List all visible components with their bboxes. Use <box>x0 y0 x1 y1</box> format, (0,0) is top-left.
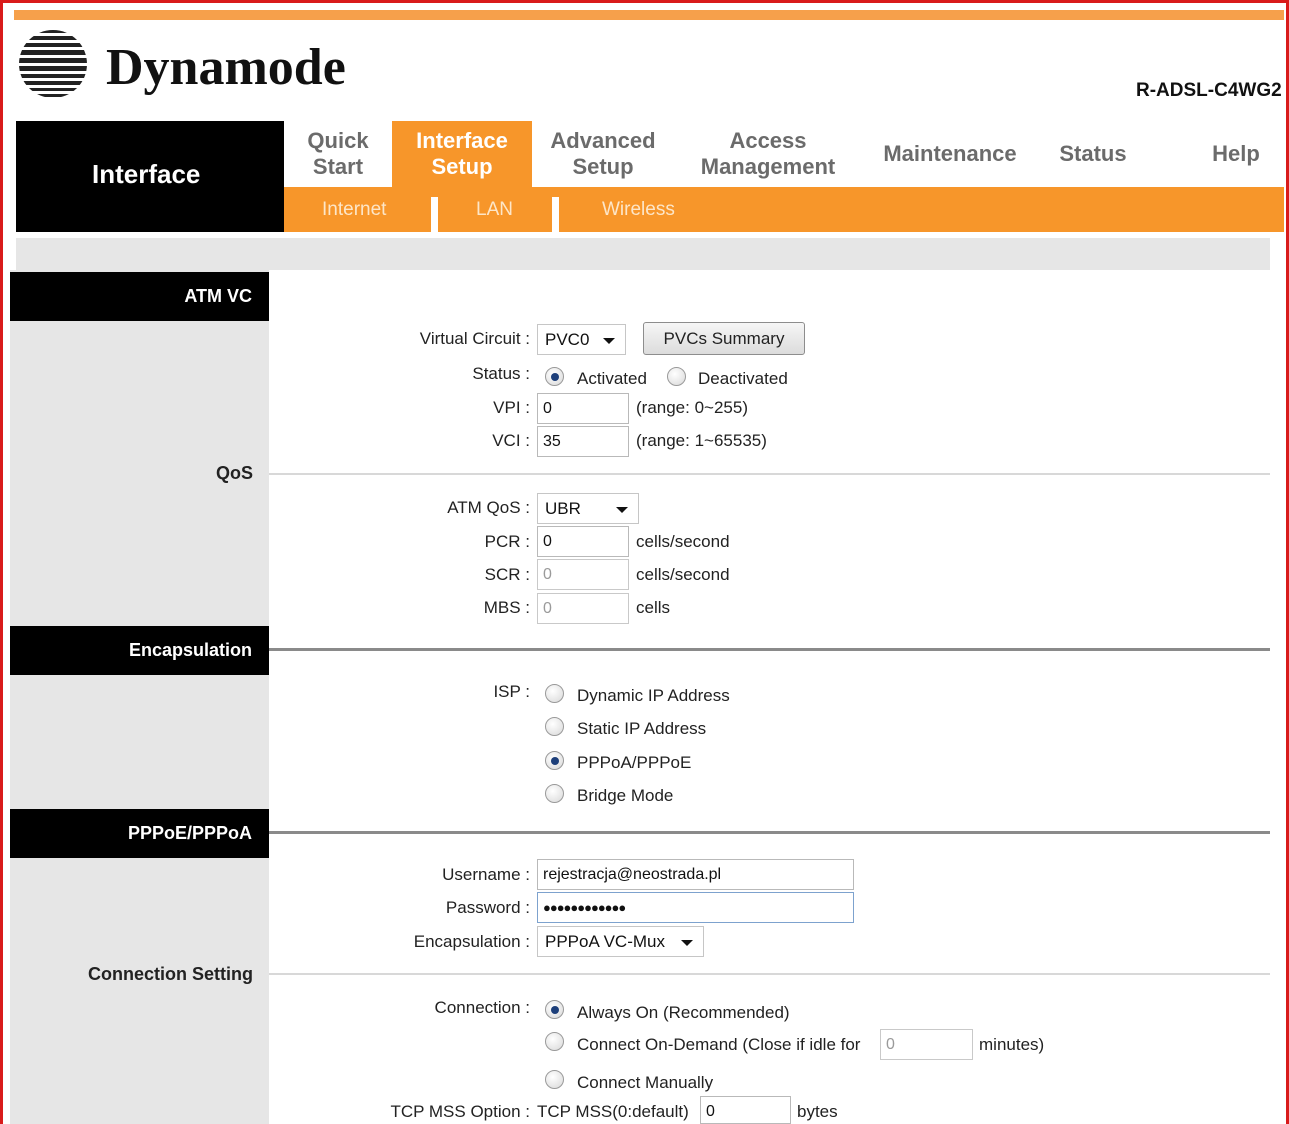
isp-bridge-mode-radio[interactable] <box>545 784 564 803</box>
vpi-label: VPI : <box>493 398 530 417</box>
pcr-input[interactable]: 0 <box>537 526 629 557</box>
connection-always-on-label: Always On (Recommended) <box>577 1003 790 1022</box>
brand-name: Dynamode <box>106 39 346 96</box>
nav-section-label: Interface <box>92 159 201 189</box>
divider <box>269 648 1270 651</box>
connection-manual-radio[interactable] <box>545 1070 564 1089</box>
virtual-circuit-value: PVC0 <box>545 330 590 349</box>
content-top-strip <box>16 238 1270 270</box>
tab-interface-setup[interactable]: Interface Setup <box>392 121 532 187</box>
chevron-down-icon <box>681 940 693 946</box>
subtab-separator <box>552 197 559 232</box>
section-label-qos: QoS <box>215 463 253 483</box>
tab-quick-start[interactable]: Quick Start <box>284 121 392 187</box>
vci-label: VCI : <box>492 431 530 450</box>
nav-section-title: Interface <box>16 121 284 232</box>
password-label: Password : <box>445 898 530 917</box>
tcp-mss-input[interactable]: 0 <box>700 1096 791 1124</box>
vci-input[interactable]: 35 <box>537 426 629 457</box>
chevron-down-icon <box>603 338 615 344</box>
connection-manual-label: Connect Manually <box>577 1073 714 1092</box>
scr-unit: cells/second <box>636 565 730 584</box>
sub-tabs: Internet LAN Wireless <box>284 187 1284 232</box>
tcp-mss-text: TCP MSS(0:default) <box>537 1102 689 1121</box>
status-activated-radio[interactable] <box>545 367 564 386</box>
tcp-mss-label: TCP MSS Option : <box>390 1102 530 1121</box>
top-accent-bar <box>14 10 1284 20</box>
divider <box>269 973 1270 975</box>
left-label-column <box>10 270 269 1124</box>
connection-label: Connection : <box>434 998 530 1017</box>
password-input[interactable]: ●●●●●●●●●●●● <box>537 892 854 923</box>
subtab-separator <box>431 197 438 232</box>
vpi-range: (range: 0~255) <box>636 398 748 417</box>
virtual-circuit-label: Virtual Circuit : <box>419 329 530 348</box>
pcr-unit: cells/second <box>636 532 730 551</box>
subtab-lan[interactable]: LAN <box>476 187 513 232</box>
status-activated-label: Activated <box>577 369 647 388</box>
idle-minutes-input[interactable]: 0 <box>880 1029 973 1060</box>
section-header-pppoe-pppoa: PPPoE/PPPoA <box>10 809 269 858</box>
tcp-mss-unit: bytes <box>797 1102 838 1121</box>
connection-on-demand-radio[interactable] <box>545 1032 564 1051</box>
isp-static-ip-label: Static IP Address <box>577 719 707 738</box>
virtual-circuit-select[interactable]: PVC0 <box>537 324 626 355</box>
isp-static-ip-radio[interactable] <box>545 717 564 736</box>
isp-pppoa-pppoe-label: PPPoA/PPPoE <box>577 753 692 772</box>
section-header-atm-vc: ATM VC <box>10 272 269 321</box>
tab-help[interactable]: Help <box>1188 121 1284 187</box>
tab-status[interactable]: Status <box>1038 121 1148 187</box>
tab-maintenance[interactable]: Maintenance <box>862 121 1038 187</box>
atm-qos-select[interactable]: UBR <box>537 493 639 524</box>
isp-dynamic-ip-label: Dynamic IP Address <box>577 686 730 705</box>
vci-range: (range: 1~65535) <box>636 431 767 450</box>
username-label: Username : <box>442 865 530 884</box>
header: Dynamode <box>18 24 1288 104</box>
divider <box>269 473 1270 475</box>
status-label: Status : <box>472 364 530 383</box>
atm-qos-label: ATM QoS : <box>447 498 530 517</box>
main-tabs: Quick Start Interface Setup Advanced Set… <box>284 121 1284 187</box>
mbs-unit: cells <box>636 598 671 617</box>
connection-on-demand-label: Connect On-Demand (Close if idle for <box>577 1035 861 1054</box>
scr-input[interactable]: 0 <box>537 559 629 590</box>
idle-minutes-unit: minutes) <box>979 1035 1045 1054</box>
isp-dynamic-ip-radio[interactable] <box>545 684 564 703</box>
section-label-connection-setting: Connection Setting <box>88 964 253 984</box>
mbs-label: MBS : <box>483 598 530 617</box>
chevron-down-icon <box>616 507 628 513</box>
globe-logo-icon <box>19 30 87 98</box>
atm-qos-value: UBR <box>545 499 581 518</box>
subtab-wireless[interactable]: Wireless <box>602 187 675 232</box>
isp-pppoa-pppoe-radio[interactable] <box>545 751 564 770</box>
model-name: R-ADSL-C4WG2 <box>1136 80 1282 101</box>
tab-access-management[interactable]: Access Management <box>674 121 862 187</box>
subtab-internet[interactable]: Internet <box>322 187 386 232</box>
encapsulation-label: Encapsulation : <box>413 932 530 951</box>
mbs-input[interactable]: 0 <box>537 593 629 624</box>
section-header-encapsulation: Encapsulation <box>10 626 269 675</box>
vpi-input[interactable]: 0 <box>537 393 629 424</box>
isp-bridge-mode-label: Bridge Mode <box>577 786 674 805</box>
status-deactivated-label: Deactivated <box>698 369 788 388</box>
status-deactivated-radio[interactable] <box>667 367 686 386</box>
encapsulation-select[interactable]: PPPoA VC-Mux <box>537 926 704 957</box>
encapsulation-value: PPPoA VC-Mux <box>545 932 665 951</box>
scr-label: SCR : <box>484 565 530 584</box>
username-input[interactable]: rejestracja@neostrada.pl <box>537 859 854 890</box>
connection-always-on-radio[interactable] <box>545 1000 564 1019</box>
pcr-label: PCR : <box>484 532 530 551</box>
isp-label: ISP : <box>493 682 530 701</box>
divider <box>269 831 1270 834</box>
tab-advanced-setup[interactable]: Advanced Setup <box>532 121 674 187</box>
pvcs-summary-button[interactable]: PVCs Summary <box>643 322 805 355</box>
